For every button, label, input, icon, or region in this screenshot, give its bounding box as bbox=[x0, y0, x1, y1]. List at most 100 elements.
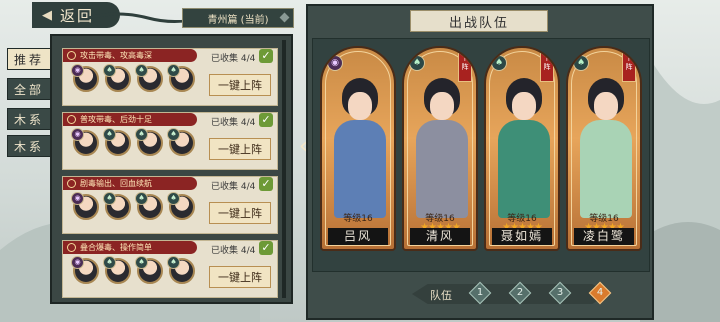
hero-portrait[interactable]: ♠ bbox=[103, 256, 131, 284]
element-icon: ♠ bbox=[103, 256, 116, 269]
region-label: 青州篇 (当前) bbox=[207, 14, 269, 26]
dropdown-diamond-icon bbox=[279, 12, 290, 23]
hero-portraits: ◉ ♠ ♠ ♠ bbox=[71, 64, 201, 100]
hero-portrait[interactable]: ♠ bbox=[103, 192, 131, 220]
element-icon: ♠ bbox=[135, 256, 148, 269]
panel-title: 出战队伍 bbox=[410, 10, 548, 32]
hero-face bbox=[430, 92, 454, 120]
element-icon: ◉ bbox=[327, 55, 343, 71]
hero-portrait[interactable]: ♠ bbox=[135, 64, 163, 92]
remove-from-team-button[interactable]: 下阵 bbox=[540, 52, 554, 82]
element-icon: ♠ bbox=[167, 256, 180, 269]
element-icon: ♠ bbox=[573, 55, 589, 71]
element-icon: ♠ bbox=[103, 128, 116, 141]
hero-name: 聂如嫣 bbox=[492, 228, 552, 245]
hero-body bbox=[334, 120, 386, 218]
hero-card[interactable]: ♠下阵等级16★★★★★清风 bbox=[402, 46, 478, 251]
hero-card[interactable]: ♠下阵等级16★★★★★凌白鹭 bbox=[566, 46, 642, 251]
hero-portrait[interactable]: ♠ bbox=[167, 256, 195, 284]
filter-tab-wood-1[interactable]: 木系 bbox=[7, 108, 51, 130]
magnifier-icon[interactable] bbox=[67, 179, 76, 188]
hero-body bbox=[580, 120, 632, 218]
collected-count: 已收集 4/4 bbox=[211, 54, 256, 64]
hero-portrait[interactable]: ♠ bbox=[135, 256, 163, 284]
hero-portrait[interactable]: ♠ bbox=[103, 64, 131, 92]
element-icon: ♠ bbox=[409, 55, 425, 71]
team-row-header: 攻击带毒、攻高毒深 bbox=[63, 49, 197, 62]
element-icon: ♠ bbox=[103, 192, 116, 205]
team-row-header: 剧毒输出、回血续航 bbox=[63, 177, 197, 190]
team-row-header: 叠合爆毒、操作简单 bbox=[63, 241, 197, 254]
magnifier-icon[interactable] bbox=[67, 115, 76, 124]
hero-portraits: ◉ ♠ ♠ ♠ bbox=[71, 128, 201, 164]
hero-name: 清风 bbox=[410, 228, 470, 245]
element-icon: ♠ bbox=[103, 64, 116, 77]
element-icon: ♠ bbox=[135, 64, 148, 77]
hero-name: 吕风 bbox=[328, 228, 388, 245]
quick-deploy-button[interactable]: 一键上阵 bbox=[209, 266, 271, 288]
check-icon: ✓ bbox=[259, 177, 273, 191]
team-row: 普攻带毒、后劲十足 已收集 4/4 ✓ ◉ ♠ ♠ ♠ 一键上阵 bbox=[62, 112, 278, 170]
filter-tab-all[interactable]: 全部 bbox=[7, 78, 51, 100]
hero-portrait[interactable]: ◉ bbox=[71, 128, 99, 156]
hero-face bbox=[512, 92, 536, 120]
collected-count: 已收集 4/4 bbox=[211, 118, 256, 128]
collected-count: 已收集 4/4 bbox=[211, 246, 256, 256]
check-icon: ✓ bbox=[259, 113, 273, 127]
element-icon: ♠ bbox=[135, 128, 148, 141]
element-icon: ◉ bbox=[71, 64, 84, 77]
remove-from-team-button[interactable]: 下阵 bbox=[622, 52, 636, 82]
element-icon: ◉ bbox=[71, 192, 84, 205]
filter-tab-recommended[interactable]: 推荐 bbox=[7, 48, 51, 70]
hero-level: 等级16 bbox=[343, 214, 373, 224]
hero-portrait[interactable]: ◉ bbox=[71, 256, 99, 284]
hero-card[interactable]: ◉ 等级16 吕风 bbox=[320, 46, 396, 251]
magnifier-icon[interactable] bbox=[67, 243, 76, 252]
list-scrollbar[interactable] bbox=[282, 40, 286, 298]
hero-portrait[interactable]: ♠ bbox=[167, 64, 195, 92]
hero-portrait[interactable]: ◉ bbox=[71, 192, 99, 220]
hero-portrait[interactable]: ♠ bbox=[167, 128, 195, 156]
hero-face bbox=[348, 92, 372, 120]
back-arrow-icon: ◀ bbox=[42, 7, 52, 23]
element-icon: ♠ bbox=[167, 64, 180, 77]
element-icon: ◉ bbox=[71, 256, 84, 269]
element-icon: ◉ bbox=[71, 128, 84, 141]
team-row-title: 叠合爆毒、操作简单 bbox=[80, 243, 152, 252]
hero-portrait[interactable]: ♠ bbox=[135, 192, 163, 220]
collected-count: 已收集 4/4 bbox=[211, 182, 256, 192]
team-row-title: 剧毒输出、回血续航 bbox=[80, 179, 152, 188]
team-row-title: 普攻带毒、后劲十足 bbox=[80, 115, 152, 124]
team-row-header: 普攻带毒、后劲十足 bbox=[63, 113, 197, 126]
magnifier-icon[interactable] bbox=[67, 51, 76, 60]
remove-from-team-button[interactable]: 下阵 bbox=[458, 52, 472, 82]
hero-portraits: ◉ ♠ ♠ ♠ bbox=[71, 256, 201, 292]
element-icon: ♠ bbox=[491, 55, 507, 71]
region-selector[interactable]: 青州篇 (当前) bbox=[182, 8, 294, 28]
team-row: 剧毒输出、回血续航 已收集 4/4 ✓ ◉ ♠ ♠ ♠ 一键上阵 bbox=[62, 176, 278, 234]
quick-deploy-button[interactable]: 一键上阵 bbox=[209, 138, 271, 160]
team-list-panel: 攻击带毒、攻高毒深 已收集 4/4 ✓ ◉ ♠ ♠ ♠ 一键上阵 普攻带毒、后劲… bbox=[50, 34, 293, 304]
hero-card[interactable]: ♠下阵等级16★★★★★聂如嫣 bbox=[484, 46, 560, 251]
quick-deploy-button[interactable]: 一键上阵 bbox=[209, 202, 271, 224]
filter-tab-wood-2[interactable]: 木系 bbox=[7, 135, 51, 157]
team-selector-label: 队伍 bbox=[430, 289, 452, 302]
hero-portrait[interactable]: ◉ bbox=[71, 64, 99, 92]
collapse-arrow-icon[interactable]: ‹ bbox=[299, 134, 308, 159]
element-icon: ♠ bbox=[135, 192, 148, 205]
check-icon: ✓ bbox=[259, 49, 273, 63]
hero-name: 凌白鹭 bbox=[574, 228, 634, 245]
team-row: 攻击带毒、攻高毒深 已收集 4/4 ✓ ◉ ♠ ♠ ♠ 一键上阵 bbox=[62, 48, 278, 106]
hero-body bbox=[416, 120, 468, 218]
element-icon: ♠ bbox=[167, 128, 180, 141]
element-icon: ♠ bbox=[167, 192, 180, 205]
quick-deploy-button[interactable]: 一键上阵 bbox=[209, 74, 271, 96]
hero-face bbox=[594, 92, 618, 120]
check-icon: ✓ bbox=[259, 241, 273, 255]
team-row-title: 攻击带毒、攻高毒深 bbox=[80, 51, 152, 60]
hero-portrait[interactable]: ♠ bbox=[135, 128, 163, 156]
hero-portrait[interactable]: ♠ bbox=[167, 192, 195, 220]
team-row: 叠合爆毒、操作简单 已收集 4/4 ✓ ◉ ♠ ♠ ♠ 一键上阵 bbox=[62, 240, 278, 298]
hero-portraits: ◉ ♠ ♠ ♠ bbox=[71, 192, 201, 228]
hero-portrait[interactable]: ♠ bbox=[103, 128, 131, 156]
